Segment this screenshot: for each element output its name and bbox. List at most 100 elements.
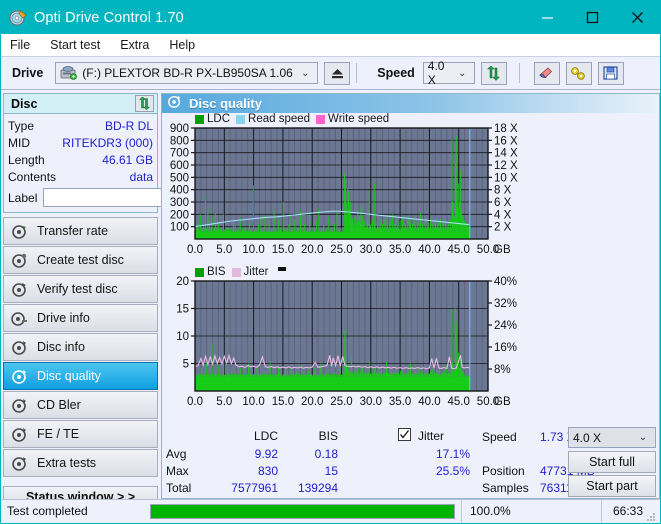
disc-quality-icon	[167, 94, 182, 114]
legend-item-write-speed: Write speed	[316, 113, 389, 125]
chevron-down-icon: ⌄	[457, 67, 467, 79]
disc-info-icon	[11, 339, 28, 356]
svg-text:900: 900	[170, 123, 189, 135]
sidebar-item-create-test-disc[interactable]: Create test disc	[3, 246, 158, 274]
progress-bar-fill	[151, 504, 454, 518]
stats-row-total: Total	[166, 481, 192, 495]
legend-label: LDC	[207, 113, 231, 125]
disc-info-body: Type BD-R DL MID RITEKDR3 (000) Length 4…	[3, 114, 249, 213]
stats-position-label: Position	[482, 464, 525, 478]
progress-percent: 100.0%	[461, 499, 601, 523]
legend-item-read-speed: Read speed	[236, 113, 310, 125]
svg-text:35.0: 35.0	[389, 396, 411, 408]
svg-text:5: 5	[183, 359, 189, 371]
stats-samples-label: Samples	[482, 481, 529, 495]
chevron-down-icon: ⌄	[638, 432, 648, 443]
tools-button[interactable]	[565, 61, 592, 85]
menu-item-extra[interactable]: Extra	[120, 36, 158, 54]
sidebar-item-disc-info[interactable]: Disc info	[3, 333, 158, 361]
sidebar-item-label: Transfer rate	[37, 224, 109, 238]
svg-text:25.0: 25.0	[330, 244, 352, 256]
disc-row-type: Type BD-R DL	[8, 117, 153, 134]
stats-max-ldc: 830	[257, 464, 278, 478]
svg-text:8%: 8%	[494, 364, 511, 376]
svg-text:GB: GB	[494, 244, 511, 256]
disc-row-value: BD-R DL	[104, 118, 153, 133]
refresh-button[interactable]	[480, 61, 507, 85]
svg-text:2 X: 2 X	[494, 222, 512, 234]
speed-select[interactable]: 4.0 X ⌄	[422, 59, 475, 87]
legend-swatch	[231, 267, 241, 277]
sidebar-item-verify-test-disc[interactable]: Verify test disc	[3, 275, 158, 303]
svg-text:30.0: 30.0	[360, 244, 382, 256]
svg-text:5.0: 5.0	[216, 396, 232, 408]
disc-refresh-button[interactable]	[135, 95, 154, 112]
sidebar-item-drive-info[interactable]: Drive info	[3, 304, 158, 332]
legend-label: BIS	[207, 266, 226, 278]
svg-text:400: 400	[170, 185, 189, 197]
svg-text:0.0: 0.0	[187, 396, 203, 408]
menu-item-file[interactable]: File	[10, 36, 39, 54]
stats-jitter-max: 25.5%	[435, 464, 470, 478]
resize-grip[interactable]	[646, 509, 656, 521]
speed-select-value: 4.0 X	[427, 59, 445, 87]
svg-text:600: 600	[170, 160, 189, 172]
disc-quality-icon	[11, 368, 28, 385]
menu-bar: File Start test Extra Help	[1, 34, 660, 57]
status-bar: Test completed 100.0% 66:33	[2, 499, 659, 523]
disc-row-value: 46.61 GB	[102, 152, 153, 167]
test-speed-select[interactable]: 4.0 X ⌄	[568, 427, 656, 448]
jitter-checkbox[interactable]	[398, 428, 411, 441]
drive-info-icon	[11, 310, 28, 327]
svg-text:4 X: 4 X	[494, 209, 512, 221]
start-part-button[interactable]: Start part	[568, 475, 656, 497]
bis-jitter-chart-container: BIS Jitter 5 10 15 20 8% 16% 24% 32% 40% 0.0 5.0 10…	[162, 266, 659, 416]
app-icon	[9, 9, 27, 27]
sidebar-item-transfer-rate[interactable]: Transfer rate	[3, 217, 158, 245]
disc-row-value: RITEKDR3 (000)	[62, 135, 153, 150]
sidebar-item-label: Extra tests	[37, 456, 97, 470]
legend-swatch	[236, 114, 246, 124]
fe-te-icon	[11, 426, 28, 443]
svg-text:16%: 16%	[494, 342, 517, 354]
svg-text:700: 700	[170, 148, 189, 160]
erase-button[interactable]	[533, 61, 560, 85]
close-icon[interactable]	[615, 1, 660, 34]
disc-label-row: Label	[8, 187, 249, 208]
maximize-icon[interactable]	[570, 1, 615, 34]
bis-jitter-chart-svg: 5 10 15 20 8% 16% 24% 32% 40% 0.0 5.0 10.0 15.0 20.0 2…	[176, 276, 517, 408]
sidebar-item-label: Drive info	[37, 311, 90, 325]
minimize-icon[interactable]	[525, 1, 570, 34]
menu-item-start-test[interactable]: Start test	[50, 36, 109, 54]
sidebar-item-extra-tests[interactable]: Extra tests	[3, 449, 158, 477]
sidebar-item-disc-quality[interactable]: Disc quality	[3, 362, 158, 390]
sidebar-item-fe-te[interactable]: FE / TE	[3, 420, 158, 448]
disc-row-value: data	[129, 169, 153, 184]
svg-text:15.0: 15.0	[272, 244, 294, 256]
svg-text:0.0: 0.0	[187, 244, 203, 256]
window-controls	[525, 1, 660, 34]
test-speed-value: 4.0 X	[573, 430, 602, 445]
toolbar-separator-1	[356, 63, 358, 83]
drive-toolbar: Drive (F:) PLEXTOR BD-R PX-LB950SA 1.06 …	[1, 57, 660, 90]
start-full-button[interactable]: Start full	[568, 451, 656, 473]
drive-select[interactable]: (F:) PLEXTOR BD-R PX-LB950SA 1.06 ⌄	[55, 62, 319, 84]
stats-total-ldc: 7577961	[231, 481, 278, 495]
sidebar-item-cd-bler[interactable]: CD Bler	[3, 391, 158, 419]
svg-text:12 X: 12 X	[494, 160, 518, 172]
menu-item-help[interactable]: Help	[169, 36, 204, 54]
disc-panel-title: Disc	[11, 96, 38, 111]
svg-text:24%: 24%	[494, 320, 517, 332]
svg-text:500: 500	[170, 172, 189, 184]
sidebar-item-label: Disc info	[37, 340, 85, 354]
progress-bar	[150, 503, 455, 519]
jitter-label: Jitter	[418, 429, 445, 443]
legend-label: Write speed	[328, 113, 390, 125]
save-button[interactable]	[597, 61, 624, 85]
disc-panel-header: Disc	[3, 93, 158, 114]
svg-text:10.0: 10.0	[242, 396, 264, 408]
eject-button[interactable]	[324, 61, 351, 85]
cd-bler-icon	[11, 397, 28, 414]
stats-col-bis: BIS	[318, 429, 338, 443]
stats-row-avg: Avg	[166, 447, 187, 461]
